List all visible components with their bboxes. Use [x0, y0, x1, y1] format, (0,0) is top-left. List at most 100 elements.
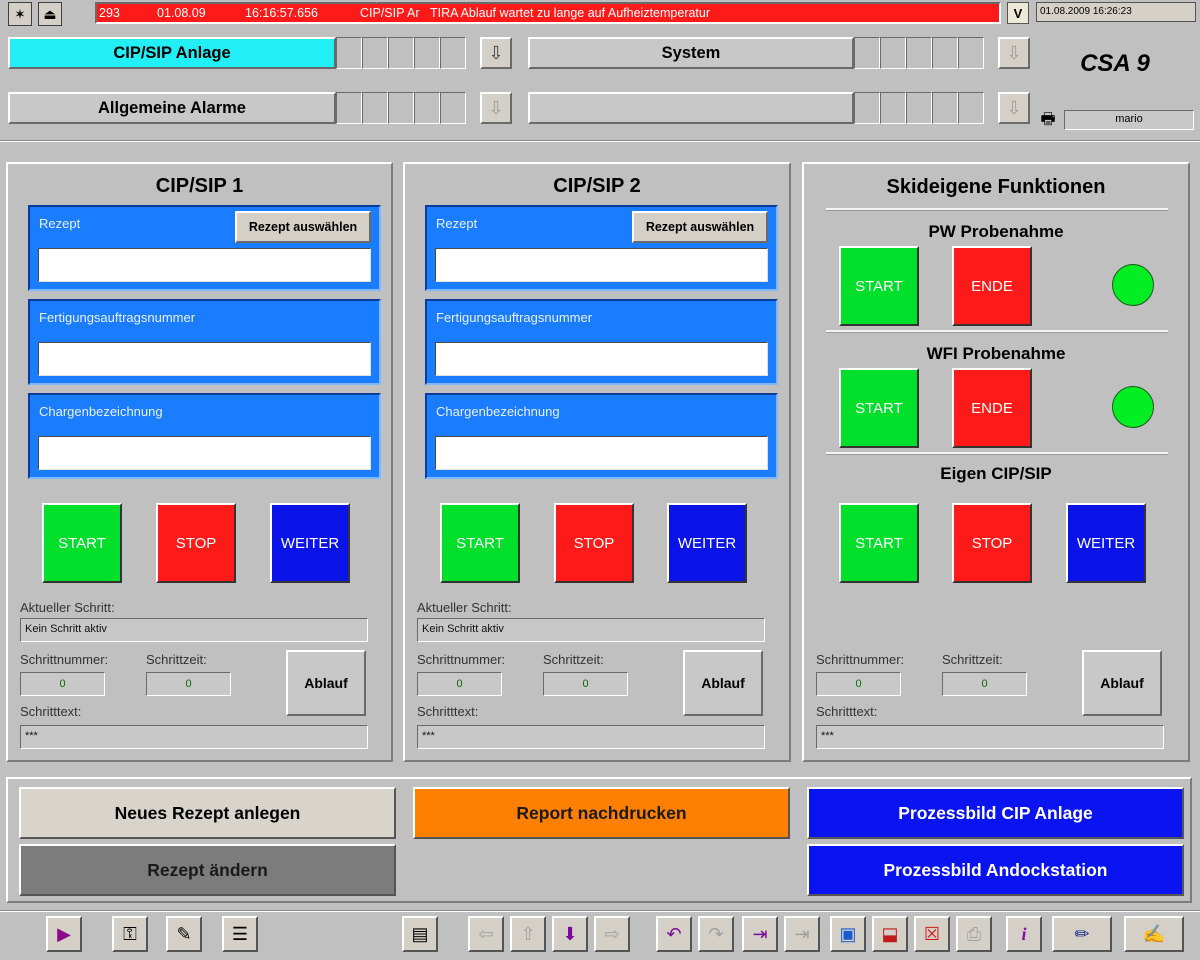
start-button[interactable]: START [440, 503, 520, 583]
list-icon[interactable]: ☰ [222, 916, 258, 952]
charge-block: Chargenbezeichnung [425, 393, 778, 479]
alarm-cell [362, 37, 388, 69]
fertigungsauftrag-input[interactable] [38, 342, 371, 376]
alarm-time: 16:16:57.656 [245, 6, 318, 20]
arrow-left-icon[interactable]: ⇦ [468, 916, 504, 952]
user-field: mario [1064, 110, 1194, 130]
schritttext-value: *** [20, 725, 368, 749]
alarm-acknowledge-icon[interactable]: V [1007, 2, 1029, 24]
arrow-down-icon[interactable]: ⇩ [480, 92, 512, 124]
wfi-ende-button[interactable]: ENDE [952, 368, 1032, 448]
prozessbild-andock-button[interactable]: Prozessbild Andockstation [807, 844, 1184, 896]
charge-input[interactable] [435, 436, 768, 470]
neues-rezept-button[interactable]: Neues Rezept anlegen [19, 787, 396, 839]
rezept-input[interactable] [38, 248, 371, 282]
schritttext-value: *** [417, 725, 765, 749]
start-button[interactable]: START [42, 503, 122, 583]
arrow-down-icon[interactable]: ⬇ [552, 916, 588, 952]
screen-print-icon[interactable]: ⎙ [956, 916, 992, 952]
alarm-cell [906, 37, 932, 69]
alarm-cell [414, 92, 440, 124]
undo-icon[interactable]: ↶ [656, 916, 692, 952]
alarm-cell [336, 92, 362, 124]
fertigungsauftrag-input[interactable] [435, 342, 768, 376]
jump-icon[interactable]: ⇥ [742, 916, 778, 952]
report-nachdrucken-button[interactable]: Report nachdrucken [413, 787, 790, 839]
station-name: CSA 9 [1080, 50, 1150, 77]
area-system[interactable]: System [528, 37, 854, 69]
arrow-down-icon[interactable]: ⇩ [998, 37, 1030, 69]
alarm-cell [906, 92, 932, 124]
panel-title: CIP/SIP 2 [553, 175, 641, 197]
prozessbild-cip-button[interactable]: Prozessbild CIP Anlage [807, 787, 1184, 839]
start-button[interactable]: START [839, 503, 919, 583]
panel-skideigene-funktionen: Skideigene Funktionen PW Probenahme STAR… [802, 162, 1190, 762]
stop-button[interactable]: STOP [156, 503, 236, 583]
area-empty[interactable] [528, 92, 854, 124]
weiter-button[interactable]: WEITER [270, 503, 350, 583]
redo-icon[interactable]: ↷ [698, 916, 734, 952]
pen-icon[interactable]: ✏ [1052, 916, 1112, 952]
rezept-aendern-button[interactable]: Rezept ändern [19, 844, 396, 896]
signature-icon[interactable]: ✍ [1124, 916, 1184, 952]
alarm-cell [880, 92, 906, 124]
schrittnummer-label: Schrittnummer: [816, 652, 905, 667]
rezept-auswaehlen-button[interactable]: Rezept auswählen [632, 211, 768, 243]
pw-start-button[interactable]: START [839, 246, 919, 326]
area-allgemeine-alarme[interactable]: Allgemeine Alarme [8, 92, 336, 124]
alarm-line[interactable]: 293 01.08.09 16:16:57.656 CIP/SIP Ar TIR… [95, 2, 1001, 24]
ablauf-button[interactable]: Ablauf [1082, 650, 1162, 716]
stop-button[interactable]: STOP [554, 503, 634, 583]
fertigungsauftrag-block: Fertigungsauftragsnummer [28, 299, 381, 385]
schritttext-label: Schritttext: [816, 704, 878, 719]
key-icon[interactable]: ⚿ [112, 916, 148, 952]
screen-icon[interactable]: ▣ [830, 916, 866, 952]
stop-button[interactable]: STOP [952, 503, 1032, 583]
screen-arrow-icon[interactable]: ⬓ [872, 916, 908, 952]
arrow-up-icon[interactable]: ⇧ [510, 916, 546, 952]
schrittnummer-label: Schrittnummer: [417, 652, 506, 667]
weiter-button[interactable]: WEITER [1066, 503, 1146, 583]
arrow-right-icon[interactable]: ⇨ [594, 916, 630, 952]
new-alarm-icon[interactable]: ✶ [8, 2, 32, 26]
arrow-down-icon[interactable]: ⇩ [998, 92, 1030, 124]
schritttext-value: *** [816, 725, 1164, 749]
jump-dim-icon[interactable]: ⇥ [784, 916, 820, 952]
screen-cross-icon[interactable]: ☒ [914, 916, 950, 952]
alarm-cell [414, 37, 440, 69]
ablauf-button[interactable]: Ablauf [286, 650, 366, 716]
rezept-label: Rezept [39, 216, 81, 231]
alarm-number: 293 [99, 6, 120, 20]
fertigungsauftrag-label: Fertigungsauftragsnummer [39, 310, 196, 325]
aktueller-schritt-label: Aktueller Schritt: [417, 600, 512, 615]
alarm-cell [854, 92, 880, 124]
notes-icon[interactable]: ✎ [166, 916, 202, 952]
ablauf-button[interactable]: Ablauf [683, 650, 763, 716]
alarm-cell [880, 37, 906, 69]
panel-title: CIP/SIP 1 [155, 175, 244, 197]
rezept-auswaehlen-button[interactable]: Rezept auswählen [235, 211, 371, 243]
info-icon[interactable]: i [1006, 916, 1042, 952]
aktueller-schritt-label: Aktueller Schritt: [20, 600, 115, 615]
toolbar-separator [0, 910, 1200, 912]
play-icon[interactable]: ▶ [46, 916, 82, 952]
charge-input[interactable] [38, 436, 371, 470]
section-divider [826, 208, 1168, 211]
panel-title: Skideigene Funktionen [886, 176, 1106, 198]
pw-ende-button[interactable]: ENDE [952, 246, 1032, 326]
eigen-cip-sip-title: Eigen CIP/SIP [940, 464, 1052, 483]
arrow-down-icon[interactable]: ⇩ [480, 37, 512, 69]
pw-probenahme-title: PW Probenahme [928, 222, 1064, 241]
weiter-button[interactable]: WEITER [667, 503, 747, 583]
actions-frame: Neues Rezept anlegen Rezept ändern Repor… [6, 777, 1192, 903]
wfi-start-button[interactable]: START [839, 368, 919, 448]
alarm-area: CIP/SIP Ar [360, 6, 420, 20]
printer-icon[interactable]: 🖶 [1036, 110, 1060, 132]
area-cip-sip-anlage[interactable]: CIP/SIP Anlage [8, 37, 336, 69]
rezept-input[interactable] [435, 248, 768, 282]
datetime-display: 01.08.2009 16:26:23 [1036, 2, 1196, 22]
exit-icon[interactable]: ⏏ [38, 2, 62, 26]
panel-cip-sip-2: CIP/SIP 2 Rezept Rezept auswählen Fertig… [403, 162, 791, 762]
schrittnummer-value: 0 [20, 672, 105, 696]
report-icon[interactable]: ▤ [402, 916, 438, 952]
